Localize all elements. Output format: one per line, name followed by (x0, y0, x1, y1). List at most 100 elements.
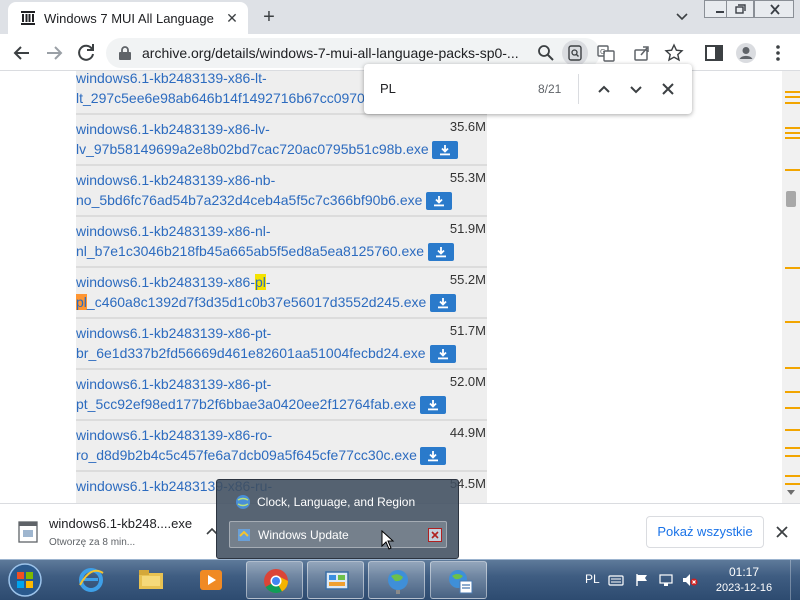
new-tab-plus-icon[interactable]: + (258, 7, 280, 29)
find-input[interactable] (380, 81, 500, 96)
table-row: windows6.1-kb2483139-x86-ro-ro_d8d9b2b4c… (76, 421, 487, 472)
match-marker (785, 407, 800, 409)
download-icon (428, 451, 438, 462)
file-link[interactable]: windows6.1-kb2483139-x86-pl-pl_c460a8c13… (76, 272, 446, 312)
lock-icon[interactable] (118, 45, 132, 61)
download-button[interactable] (432, 141, 458, 159)
download-icon (434, 196, 444, 207)
start-button-windows-orb-icon[interactable] (5, 561, 45, 599)
table-row-current-match: windows6.1-kb2483139-x86-pl-pl_c460a8c13… (76, 268, 487, 319)
download-button[interactable] (426, 192, 452, 210)
globe-clock-icon (236, 495, 250, 509)
tab-search-chevron-icon[interactable] (672, 7, 692, 27)
volume-muted-icon[interactable] (682, 573, 698, 587)
file-size: 51.9M (449, 221, 486, 236)
file-link[interactable]: windows6.1-kb2483139-x86-ro-ro_d8d9b2b4c… (76, 425, 446, 465)
download-button[interactable] (430, 294, 456, 312)
file-size: 55.3M (449, 170, 486, 185)
file-link[interactable]: windows6.1-kb2483139-x86-nl-nl_b7e1c3046… (76, 221, 446, 261)
search-icon[interactable] (536, 43, 556, 63)
restore-button[interactable] (726, 0, 754, 18)
folder-icon (139, 570, 163, 589)
file-link[interactable]: windows6.1-kb2483139-x86-nb-no_5bd6fc76a… (76, 170, 446, 210)
file-table: windows6.1-kb2483139-x86-lt-lt_297c5ee6e… (76, 71, 487, 503)
show-desktop-button[interactable] (790, 560, 800, 601)
show-all-downloads-button[interactable]: Pokaż wszystkie (646, 516, 764, 548)
find-previous-chevron-up-icon[interactable] (594, 79, 614, 99)
download-icon (438, 349, 448, 360)
file-size: 51.7M (449, 323, 486, 338)
find-close-icon[interactable] (658, 79, 678, 99)
match-marker (785, 132, 800, 134)
file-link[interactable]: windows6.1-kb2483139-x86-pt-pt_5cc92ef98… (76, 374, 446, 414)
table-row: windows6.1-kb2483139-x86-pt-pt_5cc92ef98… (76, 370, 487, 421)
match-marker (785, 102, 800, 104)
scroll-down-arrow-icon[interactable] (786, 489, 796, 497)
close-window-button[interactable] (754, 0, 794, 18)
vertical-scrollbar[interactable] (782, 71, 800, 503)
match-marker (785, 96, 800, 98)
tray-language-indicator[interactable]: PL (585, 572, 600, 586)
match-marker (785, 267, 800, 269)
reload-icon[interactable] (74, 41, 98, 65)
menu-kebab-icon[interactable] (766, 41, 790, 65)
taskbar-network-globe[interactable] (368, 561, 425, 599)
mouse-pointer-icon (381, 530, 395, 550)
file-size: 44.9M (449, 425, 486, 440)
download-bar-close-icon[interactable] (774, 524, 790, 540)
clock-date[interactable]: 2023-12-16 (700, 582, 788, 594)
match-marker (785, 447, 800, 449)
bookmark-star-icon[interactable] (664, 43, 684, 63)
media-player-icon (200, 570, 222, 590)
file-link[interactable]: windows6.1-kb2483139-x86-lv-lv_97b581496… (76, 119, 446, 159)
find-in-page-badge[interactable] (562, 40, 588, 66)
network-icon[interactable] (658, 573, 674, 587)
side-panel-icon[interactable] (702, 41, 726, 65)
download-button[interactable] (430, 345, 456, 363)
match-marker (785, 455, 800, 457)
taskbar-chrome[interactable] (246, 561, 303, 599)
browser-tab[interactable]: Windows 7 MUI All Language Pa ✕ (8, 2, 248, 34)
control-panel-icon (325, 571, 349, 590)
match-marker (785, 391, 800, 393)
profile-avatar-icon[interactable] (734, 41, 758, 65)
taskbar-control-panel[interactable] (307, 561, 364, 599)
share-icon[interactable] (632, 43, 652, 63)
file-link[interactable]: windows6.1-kb2483139-x86-pt-br_6e1d337b2… (76, 323, 446, 363)
windows-taskbar: PL 01:17 2023-12-16 (0, 559, 800, 601)
keyboard-icon[interactable] (608, 573, 624, 587)
taskbar-windows-update[interactable] (430, 561, 487, 599)
taskbar-internet-explorer[interactable] (62, 561, 119, 599)
match-marker (785, 429, 800, 431)
jump-list-item-windows-update[interactable]: Windows Update (229, 521, 447, 548)
download-status: Otworzę za 8 min... (49, 537, 136, 548)
download-button[interactable] (420, 447, 446, 465)
forward-arrow-icon[interactable] (42, 41, 66, 65)
taskbar-media-player[interactable] (182, 561, 239, 599)
tab-close-icon[interactable]: ✕ (224, 10, 240, 26)
clock-time[interactable]: 01:17 (700, 565, 788, 579)
table-row: windows6.1-kb2483139-x86-lv-lv_97b581496… (76, 115, 487, 166)
back-arrow-icon[interactable] (10, 41, 34, 65)
find-next-chevron-down-icon[interactable] (626, 79, 646, 99)
unpin-close-icon[interactable] (428, 528, 442, 542)
download-button[interactable] (420, 396, 446, 414)
match-marker (785, 137, 800, 139)
download-filename[interactable]: windows6.1-kb248....exe (49, 516, 192, 531)
scrollbar-thumb[interactable] (786, 191, 796, 207)
match-marker (785, 483, 800, 485)
url-text[interactable]: archive.org/details/windows-7-mui-all-la… (142, 45, 527, 61)
jump-list-item-clock-language-region[interactable]: Clock, Language, and Region (229, 489, 447, 516)
match-marker (785, 91, 800, 93)
tab-title: Windows 7 MUI All Language Pa (44, 11, 214, 26)
taskbar-file-explorer[interactable] (122, 561, 179, 599)
chrome-icon (264, 569, 288, 594)
download-button[interactable] (428, 243, 454, 261)
current-search-highlight: pl (76, 294, 87, 310)
translate-icon[interactable]: G (596, 43, 616, 63)
find-in-page-icon (568, 45, 582, 61)
match-marker (785, 127, 800, 129)
action-center-flag-icon[interactable] (634, 573, 650, 587)
download-icon (428, 400, 438, 411)
match-marker (785, 367, 800, 369)
